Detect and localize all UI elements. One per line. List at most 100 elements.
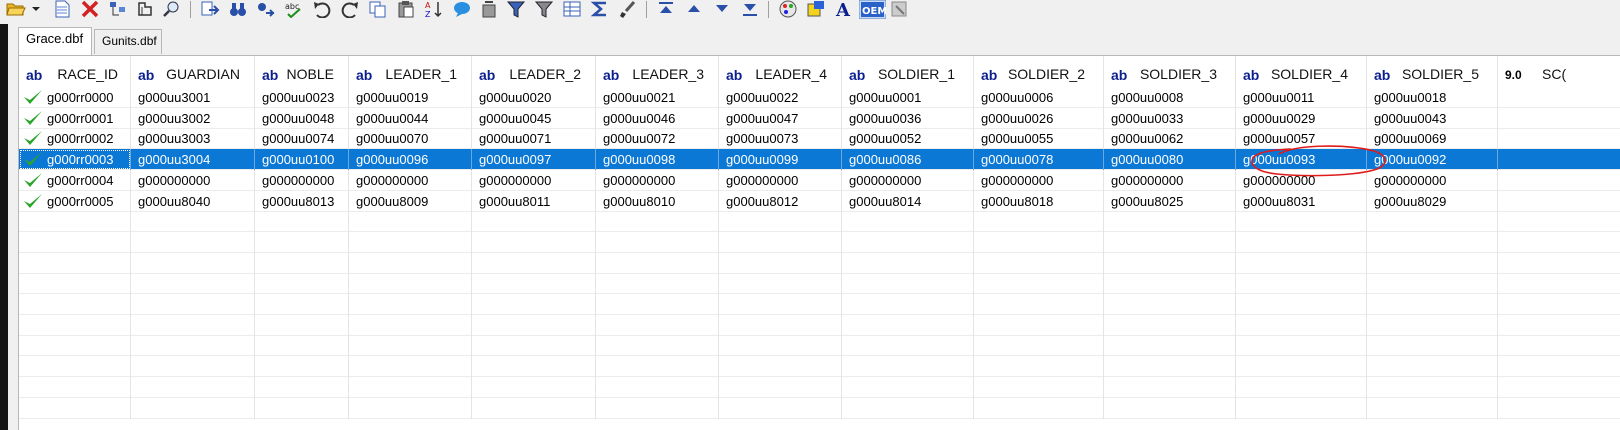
table-cell[interactable]: g000uu0019 <box>349 87 472 108</box>
sum-icon[interactable] <box>590 0 610 18</box>
table-cell[interactable] <box>131 232 255 253</box>
table-cell[interactable] <box>596 294 719 315</box>
race-id-cell[interactable] <box>19 273 131 294</box>
table-cell[interactable]: g000uu0073 <box>719 128 842 149</box>
table-cell[interactable] <box>349 253 472 274</box>
table-cell[interactable]: g000uu8013 <box>255 191 349 212</box>
table-cell[interactable] <box>255 356 349 377</box>
table-cell[interactable]: g000uu0043 <box>1367 108 1498 129</box>
new-file-icon[interactable] <box>52 0 72 18</box>
table-cell[interactable] <box>1236 273 1367 294</box>
table-cell[interactable]: g000uu0055 <box>974 128 1104 149</box>
table-cell[interactable] <box>974 211 1104 232</box>
table-cell[interactable]: g000uu0023 <box>255 87 349 108</box>
table-cell[interactable]: g000uu8040 <box>131 191 255 212</box>
table-cell[interactable] <box>349 211 472 232</box>
empty-table-row[interactable] <box>19 335 1620 356</box>
table-cell[interactable]: g000uu8011 <box>472 191 596 212</box>
table-cell[interactable] <box>1367 315 1498 336</box>
table-cell[interactable] <box>719 398 842 419</box>
race-id-cell[interactable] <box>19 253 131 274</box>
table-cell[interactable]: g000uu0021 <box>596 87 719 108</box>
tab-grace-dbf[interactable]: Grace.dbf <box>18 27 92 55</box>
table-cell[interactable] <box>131 377 255 398</box>
table-cell[interactable] <box>349 356 472 377</box>
table-cell[interactable]: g000uu3003 <box>131 128 255 149</box>
table-cell[interactable]: g000uu0006 <box>974 87 1104 108</box>
table-cell[interactable]: g000uu8009 <box>349 191 472 212</box>
table-cell[interactable] <box>1104 232 1236 253</box>
table-cell[interactable] <box>472 232 596 253</box>
empty-table-row[interactable] <box>19 211 1620 232</box>
table-cell[interactable]: g000uu0071 <box>472 128 596 149</box>
table-cell[interactable] <box>842 398 974 419</box>
table-cell[interactable] <box>255 335 349 356</box>
tab-gunits-dbf[interactable]: Gunits.dbf <box>94 29 162 54</box>
table-cell[interactable] <box>719 377 842 398</box>
table-cell[interactable] <box>719 335 842 356</box>
table-icon[interactable] <box>562 0 582 18</box>
empty-table-row[interactable] <box>19 232 1620 253</box>
table-cell[interactable] <box>719 273 842 294</box>
table-cell[interactable] <box>1498 315 1620 336</box>
export-icon[interactable] <box>200 0 220 18</box>
table-cell[interactable] <box>1367 294 1498 315</box>
table-cell[interactable] <box>596 232 719 253</box>
table-cell[interactable] <box>131 294 255 315</box>
table-cell[interactable]: g000000000 <box>719 170 842 191</box>
table-cell[interactable]: g000uu0062 <box>1104 128 1236 149</box>
replace-icon[interactable] <box>256 0 276 18</box>
table-cell[interactable] <box>1498 377 1620 398</box>
table-cell[interactable] <box>842 232 974 253</box>
settings-icon[interactable] <box>890 0 910 18</box>
table-cell[interactable] <box>255 315 349 336</box>
table-cell[interactable] <box>974 315 1104 336</box>
table-cell[interactable]: g000uu0097 <box>472 149 596 170</box>
table-cell[interactable] <box>131 356 255 377</box>
dropdown-arrow-icon[interactable] <box>30 0 42 18</box>
table-cell[interactable]: g000uu8010 <box>596 191 719 212</box>
prev-record-icon[interactable] <box>684 0 704 18</box>
table-cell[interactable]: g000uu0036 <box>842 108 974 129</box>
table-cell[interactable] <box>596 253 719 274</box>
table-cell[interactable] <box>1498 191 1620 212</box>
table-cell[interactable]: g000uu0078 <box>974 149 1104 170</box>
table-cell[interactable]: g000000000 <box>1236 170 1367 191</box>
table-cell[interactable]: g000uu3001 <box>131 87 255 108</box>
table-cell[interactable] <box>1236 377 1367 398</box>
table-cell[interactable] <box>131 335 255 356</box>
table-cell[interactable] <box>1236 356 1367 377</box>
table-cell[interactable] <box>349 294 472 315</box>
table-cell[interactable] <box>719 294 842 315</box>
table-cell[interactable] <box>1236 232 1367 253</box>
comment-icon[interactable] <box>452 0 472 18</box>
undo-icon[interactable] <box>312 0 332 18</box>
table-cell[interactable]: g000000000 <box>255 170 349 191</box>
empty-table-row[interactable] <box>19 315 1620 336</box>
empty-table-row[interactable] <box>19 398 1620 419</box>
table-cell[interactable]: g000uu0026 <box>974 108 1104 129</box>
table-cell[interactable]: g000uu8012 <box>719 191 842 212</box>
table-cell[interactable] <box>719 211 842 232</box>
table-cell[interactable] <box>842 253 974 274</box>
table-cell[interactable] <box>472 335 596 356</box>
table-cell[interactable] <box>1236 294 1367 315</box>
race-id-cell[interactable]: g000rr0005 <box>19 191 131 212</box>
race-id-cell[interactable]: g000rr0003 <box>19 149 131 170</box>
table-cell[interactable]: g000000000 <box>349 170 472 191</box>
table-cell[interactable] <box>472 294 596 315</box>
spell-icon[interactable]: abc <box>284 0 304 18</box>
table-cell[interactable] <box>1498 149 1620 170</box>
fields-icon[interactable] <box>136 0 156 18</box>
table-cell[interactable] <box>842 273 974 294</box>
table-cell[interactable] <box>596 315 719 336</box>
table-cell[interactable] <box>842 377 974 398</box>
empty-table-row[interactable] <box>19 294 1620 315</box>
table-cell[interactable]: g000uu0072 <box>596 128 719 149</box>
table-row[interactable]: g000rr0000 g000uu3001 g000uu0023 g000uu0019… <box>19 87 1620 108</box>
table-cell[interactable]: g000uu0092 <box>1367 149 1498 170</box>
table-cell[interactable] <box>349 377 472 398</box>
race-id-cell[interactable] <box>19 335 131 356</box>
table-cell[interactable] <box>1104 398 1236 419</box>
table-row[interactable]: g000rr0004 g000000000 g000000000 g000000000… <box>19 170 1620 191</box>
